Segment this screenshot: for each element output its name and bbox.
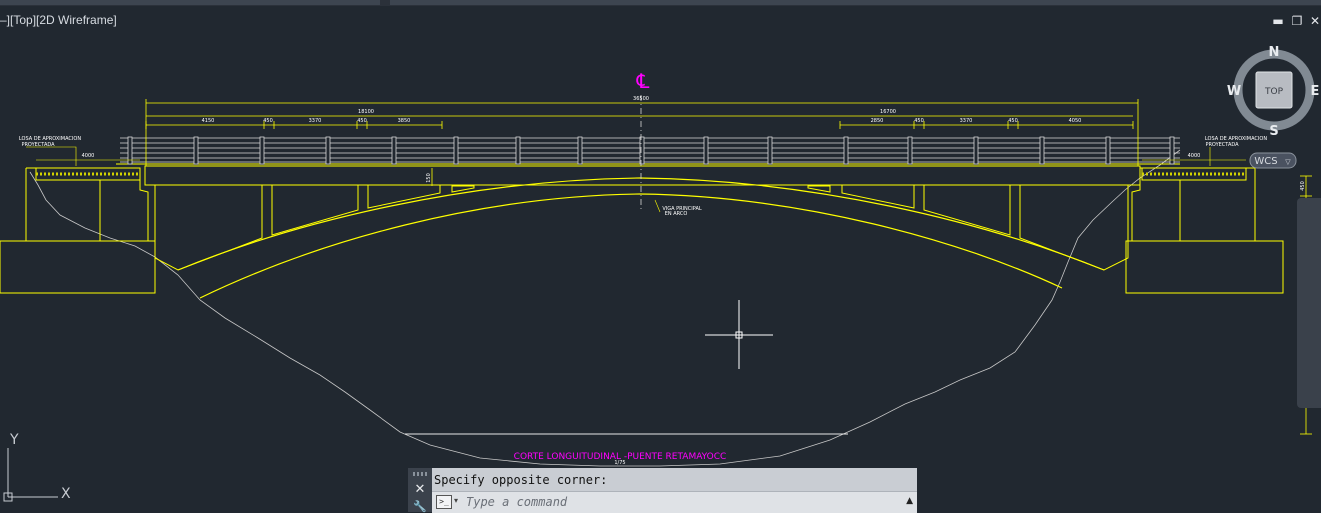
centerline-symbol: ℄ bbox=[636, 69, 650, 93]
grip-icon[interactable] bbox=[413, 472, 427, 476]
command-close-icon[interactable]: ✕ bbox=[408, 482, 432, 497]
ucs-y-label: Y bbox=[9, 432, 19, 448]
railing-post-5 bbox=[391, 136, 397, 165]
railing-post-2 bbox=[193, 136, 199, 165]
dim-right-3: 3370 bbox=[960, 118, 973, 124]
command-history: Specify opposite corner: bbox=[434, 473, 608, 487]
viewcube-face-label[interactable]: TOP bbox=[1264, 87, 1284, 97]
dim-right-1: 2850 bbox=[871, 118, 884, 124]
expand-history-icon[interactable]: ▲ bbox=[906, 496, 913, 506]
leader-lines bbox=[26, 146, 1246, 213]
compass-south[interactable]: S bbox=[1269, 124, 1278, 139]
recent-commands-chevron-icon[interactable]: ▾ bbox=[454, 496, 458, 505]
railing-post-14 bbox=[973, 136, 979, 165]
compass-west[interactable]: W bbox=[1227, 84, 1241, 99]
dim-right-half: 16700 bbox=[880, 109, 896, 115]
railing-post-4 bbox=[325, 136, 331, 165]
viewcube[interactable]: TOP N S E W WCS ▽ bbox=[1227, 45, 1320, 169]
railing-post-3 bbox=[259, 136, 265, 165]
dim-right-5: 4050 bbox=[1069, 118, 1082, 124]
dim-left-4: 450 bbox=[357, 118, 367, 124]
command-input[interactable] bbox=[466, 493, 886, 510]
railing-post-12 bbox=[843, 136, 849, 165]
dim-left-1: 4150 bbox=[202, 118, 215, 124]
left-abutment bbox=[25, 167, 149, 241]
minimize-icon[interactable]: ▬ bbox=[1271, 14, 1285, 28]
right-footing bbox=[1125, 240, 1284, 294]
dim-right-2: 450 bbox=[914, 118, 924, 124]
dim-left-half: 18100 bbox=[358, 109, 374, 115]
arch-intrados bbox=[199, 193, 1063, 299]
command-line-handle[interactable]: ✕ 🔧 bbox=[408, 468, 432, 513]
dim-right-4: 450 bbox=[1008, 118, 1018, 124]
railing-post-6 bbox=[453, 136, 459, 165]
railing-post-11 bbox=[767, 136, 773, 165]
prompt-icon[interactable]: >_ bbox=[436, 495, 452, 509]
compass-north[interactable]: N bbox=[1269, 45, 1280, 60]
dim-left-5: 3850 bbox=[398, 118, 411, 124]
railing-post-7 bbox=[515, 136, 521, 165]
right-note-dim: 4000 bbox=[1188, 153, 1201, 159]
railing-post-15 bbox=[1039, 136, 1045, 165]
small-dim: 150 bbox=[426, 173, 432, 183]
side-dim-top: 450 bbox=[1300, 181, 1306, 191]
terrain-line bbox=[29, 149, 1181, 467]
drawing-canvas[interactable]: ℄ 36500 18100 16700 4150 450 3370 450 38… bbox=[0, 0, 1321, 512]
railing-post-8 bbox=[577, 136, 583, 165]
ucs-icon bbox=[3, 448, 58, 502]
compass-east[interactable]: E bbox=[1311, 84, 1320, 99]
restore-icon[interactable]: ❐ bbox=[1290, 14, 1304, 28]
crosshair-cursor bbox=[705, 300, 773, 369]
wcs-chevron-down-icon[interactable]: ▽ bbox=[1285, 158, 1291, 166]
left-footing bbox=[0, 240, 156, 294]
wcs-label[interactable]: WCS bbox=[1254, 156, 1277, 167]
navigation-bar[interactable] bbox=[1297, 198, 1321, 408]
dimension-lines bbox=[145, 99, 1312, 435]
drawing-title: CORTE LONGUITUDINAL -PUENTE RETAMAYOCC bbox=[514, 452, 727, 462]
railing-post-10 bbox=[703, 136, 709, 165]
right-abutment bbox=[1131, 167, 1256, 241]
dim-left-3: 3370 bbox=[309, 118, 322, 124]
command-input-row[interactable]: >_ ▾ ▲ bbox=[432, 491, 917, 513]
close-icon[interactable]: ✕ bbox=[1308, 14, 1321, 28]
ucs-x-label: X bbox=[61, 486, 71, 502]
wrench-icon[interactable]: 🔧 bbox=[408, 500, 432, 513]
railing-post-16 bbox=[1105, 136, 1111, 165]
railing-post-13 bbox=[907, 136, 913, 165]
left-note-dim: 4000 bbox=[82, 153, 95, 159]
beam-note-line-2: EN ARCO bbox=[665, 211, 688, 217]
bridge-railing bbox=[120, 136, 1180, 165]
dim-total: 36500 bbox=[633, 96, 649, 102]
dim-left-2: 450 bbox=[263, 118, 273, 124]
viewport-controls[interactable]: –][Top][2D Wireframe] bbox=[0, 13, 117, 27]
command-line[interactable]: ✕ 🔧 Specify opposite corner: >_ ▾ ▲ bbox=[408, 468, 917, 513]
right-note-line-2: PROYECTADA bbox=[1205, 142, 1239, 148]
bridge-deck bbox=[144, 165, 1141, 186]
